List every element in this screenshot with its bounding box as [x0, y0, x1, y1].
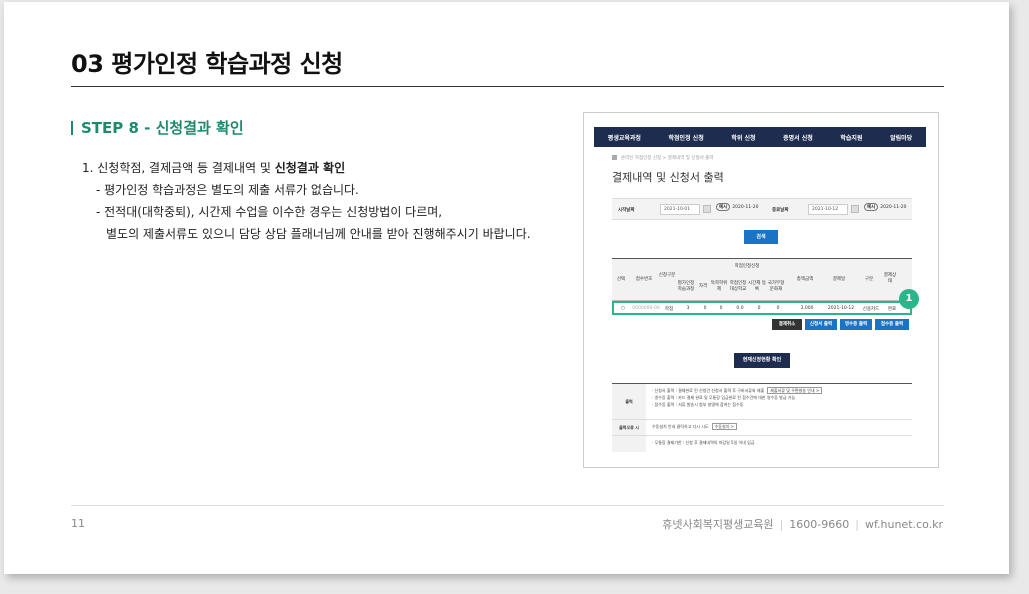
payment-table: 선택 접수번호 신청구분 학점인정신청 평가인정 학습과정 자격 독학학위제 학… [612, 258, 912, 315]
footer-divider [71, 505, 944, 506]
end-date-label: 종료날짜 [772, 208, 789, 213]
nav-item[interactable]: 증명서 신청 [783, 133, 813, 142]
nav-item[interactable]: 학위 신청 [731, 133, 755, 142]
manual-install-link[interactable]: 수동설치 > [711, 423, 737, 430]
column-group-header: 학점인정신청 [734, 264, 760, 269]
home-icon[interactable] [612, 155, 617, 160]
column-header: 선택 [616, 277, 626, 282]
sub-item: - 평가인정 학습과정은 별도의 제출 서류가 없습니다. [96, 183, 359, 197]
website[interactable]: wf.hunet.co.kr [865, 518, 943, 531]
step-badge: 1 [899, 289, 919, 309]
step-title: STEP 8 - 신청결과 확인 [81, 119, 244, 137]
table-header: 선택 접수번호 신청구분 학점인정신청 평가인정 학습과정 자격 독학학위제 학… [612, 259, 912, 301]
column-header: 자격 [698, 284, 708, 289]
guide-link[interactable]: 제출서류 및 우편발송 안내 > [767, 387, 823, 394]
info-line: 수동설치 안내 클릭하고 다시 시도 [652, 424, 709, 429]
table-cell: 3 [686, 306, 690, 311]
table-cell: 0000000-00 [632, 306, 660, 311]
info-row: 출력오류 시 수동설치 안내 클릭하고 다시 시도 수동설치 > [612, 420, 912, 436]
table-cell: 0 [757, 306, 761, 311]
table-cell: 0 [703, 306, 707, 311]
example-tag: 예시 [716, 203, 731, 211]
example-date: 2020-11-20 [880, 205, 907, 210]
screenshot-heading: 결제내역 및 신청서 출력 [612, 171, 724, 184]
search-button[interactable]: 검색 [744, 230, 778, 244]
list-item-text: 1. 신청학점, 결제금액 등 결제내역 및 [82, 161, 275, 175]
page-number: 11 [71, 517, 85, 530]
start-date-input[interactable]: 2021-10-01 [660, 204, 700, 215]
end-date-input[interactable]: 2021-10-12 [808, 204, 848, 215]
info-value: 수동설치 안내 클릭하고 다시 시도 수동설치 > [652, 420, 912, 433]
print-acceptance-button[interactable]: 접수증 출력 [875, 319, 909, 330]
phone-number: 1600-9660 [789, 518, 850, 531]
title-divider [71, 86, 944, 87]
instructions: 1. 신청학점, 결제금액 등 결제내역 및 신청결과 확인 - 평가인정 학습… [82, 157, 531, 245]
separator: | [779, 518, 784, 531]
nav-item[interactable]: 알림마당 [890, 133, 912, 142]
cancel-payment-button[interactable]: 결제취소 [772, 319, 802, 330]
org-name: 휴넷사회복지평생교육원 [662, 518, 774, 531]
table-cell: 2021-10-12 [827, 306, 855, 311]
check-status-button[interactable]: 현재신청현황 확인 [734, 353, 790, 368]
breadcrumb-text: 온라인 학점인정 신청 > 결제내역 및 신청서 출력 [621, 156, 714, 161]
site-nav: 평생교육과정 학점인정 신청 학위 신청 증명서 신청 학습지원 알림마당 [594, 127, 926, 147]
info-row: 출력 · 신청서 출력 : 결제완료 된 신청건 신청서 출력 후 구비서류와 … [612, 384, 912, 420]
slide: 03 평가인정 학습과정 신청 STEP 8 - 신청결과 확인 1. 신청학점… [4, 2, 1009, 574]
separator: | [855, 518, 859, 531]
screenshot-figure: 평생교육과정 학점인정 신청 학위 신청 증명서 신청 학습지원 알림마당 온라… [583, 112, 939, 468]
date-filter: 시작날짜 2021-10-01 예시 2020-11-20 종료날짜 2021-1… [612, 198, 912, 220]
column-header: 접수번호 [635, 277, 653, 282]
page-title: 03 평가인정 학습과정 신청 [71, 50, 343, 78]
example-tag: 예시 [864, 203, 879, 211]
table-cell: 3,000 [800, 306, 814, 311]
sub-item: 별도의 제출서류도 있으니 담당 상담 플래너님께 안내를 받아 진행해주시기 … [106, 227, 531, 241]
column-header: 결제일 [832, 277, 846, 282]
table-cell: 0 [719, 306, 723, 311]
table-cell: 학점 [664, 307, 674, 312]
info-value: · 무통장 결제기한 : 신청 후 결제내역의 마감일 5일 이내 입금 [652, 440, 755, 445]
table-cell: 신용카드 [862, 307, 880, 312]
select-radio[interactable]: ○ [614, 306, 632, 311]
info-line: · 접수증 출력 : 서류 발송시 첨부 설명에 참여는 접수증 [652, 402, 744, 407]
info-label: 출력 [612, 384, 646, 419]
accent-bar [71, 121, 73, 135]
print-info-table: 출력 · 신청서 출력 : 결제완료 된 신청건 신청서 출력 후 구비서류와 … [612, 383, 912, 452]
info-value: · 신청서 출력 : 결제완료 된 신청건 신청서 출력 후 구비서류와 제출 제… [652, 384, 912, 411]
calendar-icon[interactable] [851, 205, 859, 213]
calendar-icon[interactable] [703, 205, 711, 213]
info-label-empty [612, 436, 646, 452]
column-header: 구분 [864, 277, 874, 282]
info-line: · 신청서 출력 : 결제완료 된 신청건 신청서 출력 후 구비서류와 제출 [652, 388, 765, 393]
footer-info: 휴넷사회복지평생교육원 | 1600-9660 | wf.hunet.co.kr [662, 516, 943, 532]
column-header: 학점인정 대상학교 [729, 281, 747, 292]
column-header: 신청구분 [658, 273, 676, 278]
step-heading: STEP 8 - 신청결과 확인 [71, 117, 244, 138]
column-header: 평가인정 학습과정 [677, 281, 695, 292]
sub-item: - 전적대(대학중퇴), 시간제 수업을 이수한 경우는 신청방법이 다르며, [96, 205, 443, 219]
nav-item[interactable]: 평생교육과정 [608, 133, 641, 142]
table-row[interactable]: ○ 0000000-00 학점 3 0 0 0.0 0 0 3,000 2021… [612, 301, 912, 315]
table-cell: 완료 [887, 307, 897, 312]
list-item-1: 1. 신청학점, 결제금액 등 결제내역 및 신청결과 확인 [82, 157, 531, 179]
column-header: 국가무형 문화재 [767, 281, 785, 292]
example-date: 2020-11-20 [732, 205, 759, 210]
breadcrumb: 온라인 학점인정 신청 > 결제내역 및 신청서 출력 [612, 155, 713, 161]
column-header: 결제상태 [883, 273, 897, 284]
list-item-emphasis: 신청결과 확인 [274, 161, 346, 175]
start-date-label: 시작날짜 [618, 208, 635, 213]
nav-item[interactable]: 학점인정 신청 [669, 133, 704, 142]
table-cell: 0 [776, 306, 780, 311]
table-cell: 0.0 [736, 306, 744, 311]
info-line: · 영수증 출력 : 카드 결제 완료 및 무통장 입금완료 된 접수건에 대한… [652, 395, 796, 400]
column-header: 총액금액 [796, 277, 814, 282]
column-header: 독학학위제 [710, 281, 728, 292]
print-application-button[interactable]: 신청서 출력 [805, 319, 837, 330]
info-row: · 무통장 결제기한 : 신청 후 결제내역의 마감일 5일 이내 입금 [612, 436, 912, 452]
nav-item[interactable]: 학습지원 [840, 133, 862, 142]
info-label: 출력오류 시 [612, 420, 646, 435]
column-header: 시간제 등록 [748, 281, 766, 292]
print-receipt-button[interactable]: 영수증 출력 [840, 319, 872, 330]
end-date-example: 예시 2020-11-20 [864, 203, 906, 211]
start-date-example: 예시 2020-11-20 [716, 203, 758, 211]
